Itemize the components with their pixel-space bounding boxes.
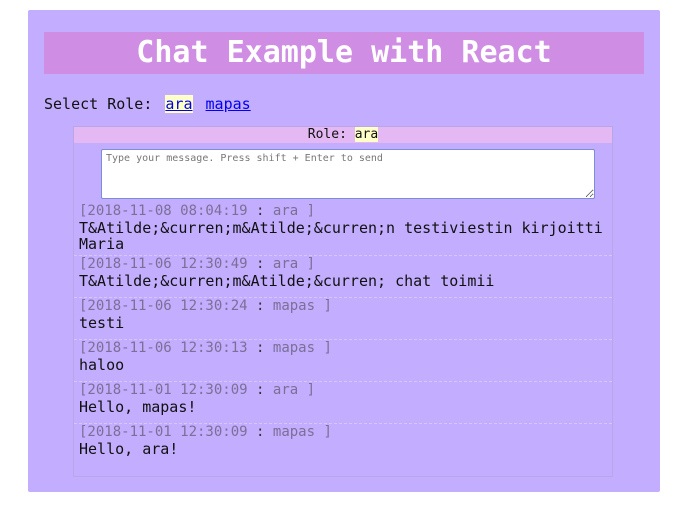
message-author: ara ] (272, 203, 316, 219)
message-text: testi (79, 314, 125, 332)
message-input[interactable] (101, 149, 595, 199)
message-meta: [2018-11-01 12:30:09 : mapas ] (79, 424, 607, 441)
message-author: mapas ] (272, 298, 332, 314)
message-separator: : (256, 424, 265, 440)
message-timestamp: [2018-11-06 12:30:49 (79, 256, 248, 272)
message-meta: [2018-11-01 12:30:09 : ara ] (79, 382, 607, 399)
chat-header: Role: ara (74, 127, 612, 143)
page-title: Chat Example with React (44, 32, 644, 74)
message-author: mapas ] (272, 424, 332, 440)
role-selector-label: Select Role: (44, 95, 153, 113)
message-separator: : (256, 298, 265, 314)
message-item: [2018-11-06 12:30:49 : ara ] T&Atilde;&c… (74, 255, 612, 297)
message-item: [2018-11-06 12:30:24 : mapas ] testi (74, 297, 612, 339)
message-meta: [2018-11-06 12:30:24 : mapas ] (79, 298, 607, 315)
message-item: [2018-11-08 08:04:19 : ara ] T&Atilde;&c… (74, 203, 612, 255)
message-timestamp: [2018-11-01 12:30:09 (79, 424, 248, 440)
message-text: haloo (79, 356, 125, 374)
current-role-value: ara (354, 127, 379, 142)
message-author: ara ] (272, 382, 316, 398)
message-text: T&Atilde;&curren;m&Atilde;&curren;n test… (79, 219, 603, 253)
message-item: [2018-11-01 12:30:09 : ara ] Hello, mapa… (74, 381, 612, 423)
message-item: [2018-11-06 12:30:13 : mapas ] haloo (74, 339, 612, 381)
message-separator: : (256, 256, 265, 272)
role-option-mapas[interactable]: mapas (206, 95, 251, 113)
message-timestamp: [2018-11-06 12:30:24 (79, 298, 248, 314)
message-timestamp: [2018-11-01 12:30:09 (79, 382, 248, 398)
message-meta: [2018-11-08 08:04:19 : ara ] (79, 203, 607, 220)
chat-panel: Role: ara [2018-11-08 08:04:19 : ara ] T… (73, 126, 613, 477)
message-separator: : (256, 382, 265, 398)
message-text: Hello, ara! (79, 440, 179, 458)
message-timestamp: [2018-11-08 08:04:19 (79, 203, 248, 219)
message-meta: [2018-11-06 12:30:13 : mapas ] (79, 340, 607, 357)
current-role-label: Role: (307, 127, 347, 142)
message-author: mapas ] (272, 340, 332, 356)
message-item: [2018-11-01 12:30:09 : mapas ] Hello, ar… (74, 423, 612, 465)
chat-app: Chat Example with React Select Role: ara… (28, 10, 660, 492)
role-option-ara[interactable]: ara (165, 95, 193, 113)
message-text: Hello, mapas! (79, 398, 197, 416)
message-separator: : (256, 203, 265, 219)
message-timestamp: [2018-11-06 12:30:13 (79, 340, 248, 356)
message-text: T&Atilde;&curren;m&Atilde;&curren; chat … (79, 272, 495, 290)
message-list: [2018-11-08 08:04:19 : ara ] T&Atilde;&c… (74, 203, 612, 465)
message-input-area (74, 143, 612, 203)
message-separator: : (256, 340, 265, 356)
message-author: ara ] (272, 256, 316, 272)
role-selector: Select Role: ara mapas (44, 94, 251, 114)
message-meta: [2018-11-06 12:30:49 : ara ] (79, 256, 607, 273)
